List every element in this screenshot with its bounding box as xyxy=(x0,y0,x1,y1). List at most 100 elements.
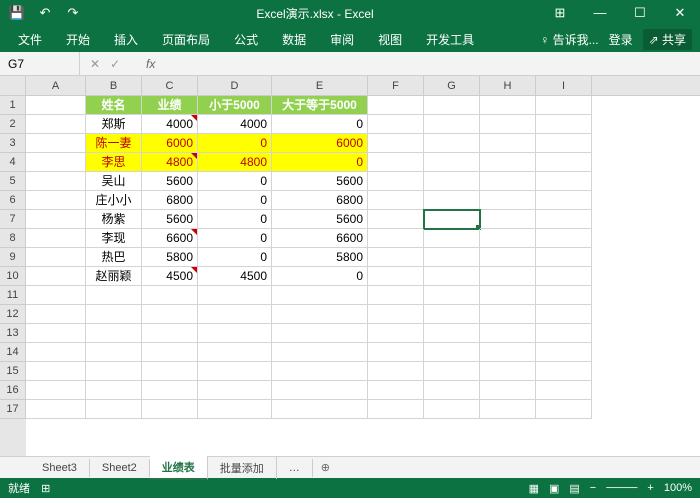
cell[interactable] xyxy=(368,381,424,400)
cell[interactable] xyxy=(536,248,592,267)
cell[interactable]: 0 xyxy=(198,210,272,229)
cell[interactable] xyxy=(536,134,592,153)
cell[interactable] xyxy=(368,210,424,229)
cell[interactable] xyxy=(26,191,86,210)
cell[interactable] xyxy=(480,267,536,286)
cell[interactable]: 0 xyxy=(198,172,272,191)
col-header-B[interactable]: B xyxy=(86,76,142,95)
cell[interactable]: 5600 xyxy=(142,210,198,229)
row-header-15[interactable]: 15 xyxy=(0,362,26,381)
cell[interactable] xyxy=(198,343,272,362)
cell[interactable] xyxy=(480,343,536,362)
cell[interactable]: 4000 xyxy=(142,115,198,134)
cell[interactable] xyxy=(272,286,368,305)
cell[interactable] xyxy=(26,324,86,343)
cell[interactable] xyxy=(536,229,592,248)
row-header-5[interactable]: 5 xyxy=(0,172,26,191)
maximize-icon[interactable]: ☐ xyxy=(626,5,654,21)
cell[interactable] xyxy=(480,115,536,134)
col-header-I[interactable]: I xyxy=(536,76,592,95)
cell[interactable] xyxy=(424,96,480,115)
cell[interactable] xyxy=(368,400,424,419)
row-header-4[interactable]: 4 xyxy=(0,153,26,172)
row-header-12[interactable]: 12 xyxy=(0,305,26,324)
cell[interactable] xyxy=(198,381,272,400)
signin-link[interactable]: 登录 xyxy=(609,31,633,48)
view-layout-icon[interactable]: ▣ xyxy=(549,482,559,495)
cell[interactable] xyxy=(86,400,142,419)
cell[interactable] xyxy=(480,324,536,343)
cell[interactable]: 0 xyxy=(272,115,368,134)
row-header-11[interactable]: 11 xyxy=(0,286,26,305)
row-header-13[interactable]: 13 xyxy=(0,324,26,343)
cell[interactable]: 郑斯 xyxy=(86,115,142,134)
cell[interactable] xyxy=(424,248,480,267)
cell[interactable] xyxy=(198,286,272,305)
cell[interactable] xyxy=(480,286,536,305)
tab-developer[interactable]: 开发工具 xyxy=(416,28,484,51)
cell[interactable] xyxy=(480,248,536,267)
cell[interactable] xyxy=(272,343,368,362)
cell[interactable] xyxy=(368,229,424,248)
tab-layout[interactable]: 页面布局 xyxy=(152,28,220,51)
row-header-6[interactable]: 6 xyxy=(0,191,26,210)
cell[interactable]: 0 xyxy=(198,248,272,267)
cell[interactable]: 6600 xyxy=(272,229,368,248)
zoom-out-icon[interactable]: − xyxy=(590,482,596,494)
row-header-17[interactable]: 17 xyxy=(0,400,26,419)
cell[interactable] xyxy=(424,362,480,381)
tab-home[interactable]: 开始 xyxy=(56,28,100,51)
zoom-in-icon[interactable]: + xyxy=(647,482,653,494)
col-header-A[interactable]: A xyxy=(26,76,86,95)
row-header-16[interactable]: 16 xyxy=(0,381,26,400)
cell[interactable] xyxy=(536,343,592,362)
cell[interactable] xyxy=(142,305,198,324)
cell[interactable]: 5800 xyxy=(142,248,198,267)
col-header-D[interactable]: D xyxy=(198,76,272,95)
cell[interactable] xyxy=(368,191,424,210)
cell[interactable] xyxy=(26,134,86,153)
cell[interactable] xyxy=(424,115,480,134)
cell[interactable] xyxy=(86,381,142,400)
cell[interactable]: 姓名 xyxy=(86,96,142,115)
col-header-F[interactable]: F xyxy=(368,76,424,95)
cell[interactable] xyxy=(424,286,480,305)
row-header-3[interactable]: 3 xyxy=(0,134,26,153)
cell[interactable] xyxy=(368,343,424,362)
name-box[interactable]: G7 xyxy=(0,52,80,75)
cell[interactable] xyxy=(272,400,368,419)
cell[interactable] xyxy=(536,305,592,324)
fx-icon[interactable]: fx xyxy=(140,57,161,71)
cell[interactable] xyxy=(26,362,86,381)
redo-icon[interactable]: ↷ xyxy=(62,4,84,22)
cell[interactable] xyxy=(26,210,86,229)
cell[interactable] xyxy=(368,115,424,134)
cell[interactable] xyxy=(368,286,424,305)
cell[interactable] xyxy=(368,172,424,191)
cell[interactable]: 赵丽颖 xyxy=(86,267,142,286)
cell[interactable] xyxy=(272,324,368,343)
cell[interactable] xyxy=(480,191,536,210)
sheet-tab-batch[interactable]: 批量添加 xyxy=(208,457,277,479)
cell[interactable]: 5600 xyxy=(272,172,368,191)
cell[interactable] xyxy=(26,229,86,248)
cell[interactable] xyxy=(142,362,198,381)
cell[interactable] xyxy=(26,286,86,305)
select-all-corner[interactable] xyxy=(0,76,26,95)
cell-mode-icon[interactable]: ⊞ xyxy=(41,483,50,495)
cell[interactable] xyxy=(272,305,368,324)
cell[interactable] xyxy=(272,362,368,381)
col-header-G[interactable]: G xyxy=(424,76,480,95)
cell[interactable] xyxy=(198,324,272,343)
col-header-C[interactable]: C xyxy=(142,76,198,95)
tab-insert[interactable]: 插入 xyxy=(104,28,148,51)
cell[interactable] xyxy=(536,96,592,115)
cell[interactable] xyxy=(368,267,424,286)
tell-me[interactable]: ♀ 告诉我... xyxy=(540,31,598,48)
cell[interactable] xyxy=(536,115,592,134)
save-icon[interactable]: 💾 xyxy=(6,4,28,22)
add-sheet-icon[interactable]: ⊕ xyxy=(313,458,338,477)
cell[interactable] xyxy=(142,400,198,419)
cell[interactable] xyxy=(536,191,592,210)
cell[interactable] xyxy=(536,153,592,172)
